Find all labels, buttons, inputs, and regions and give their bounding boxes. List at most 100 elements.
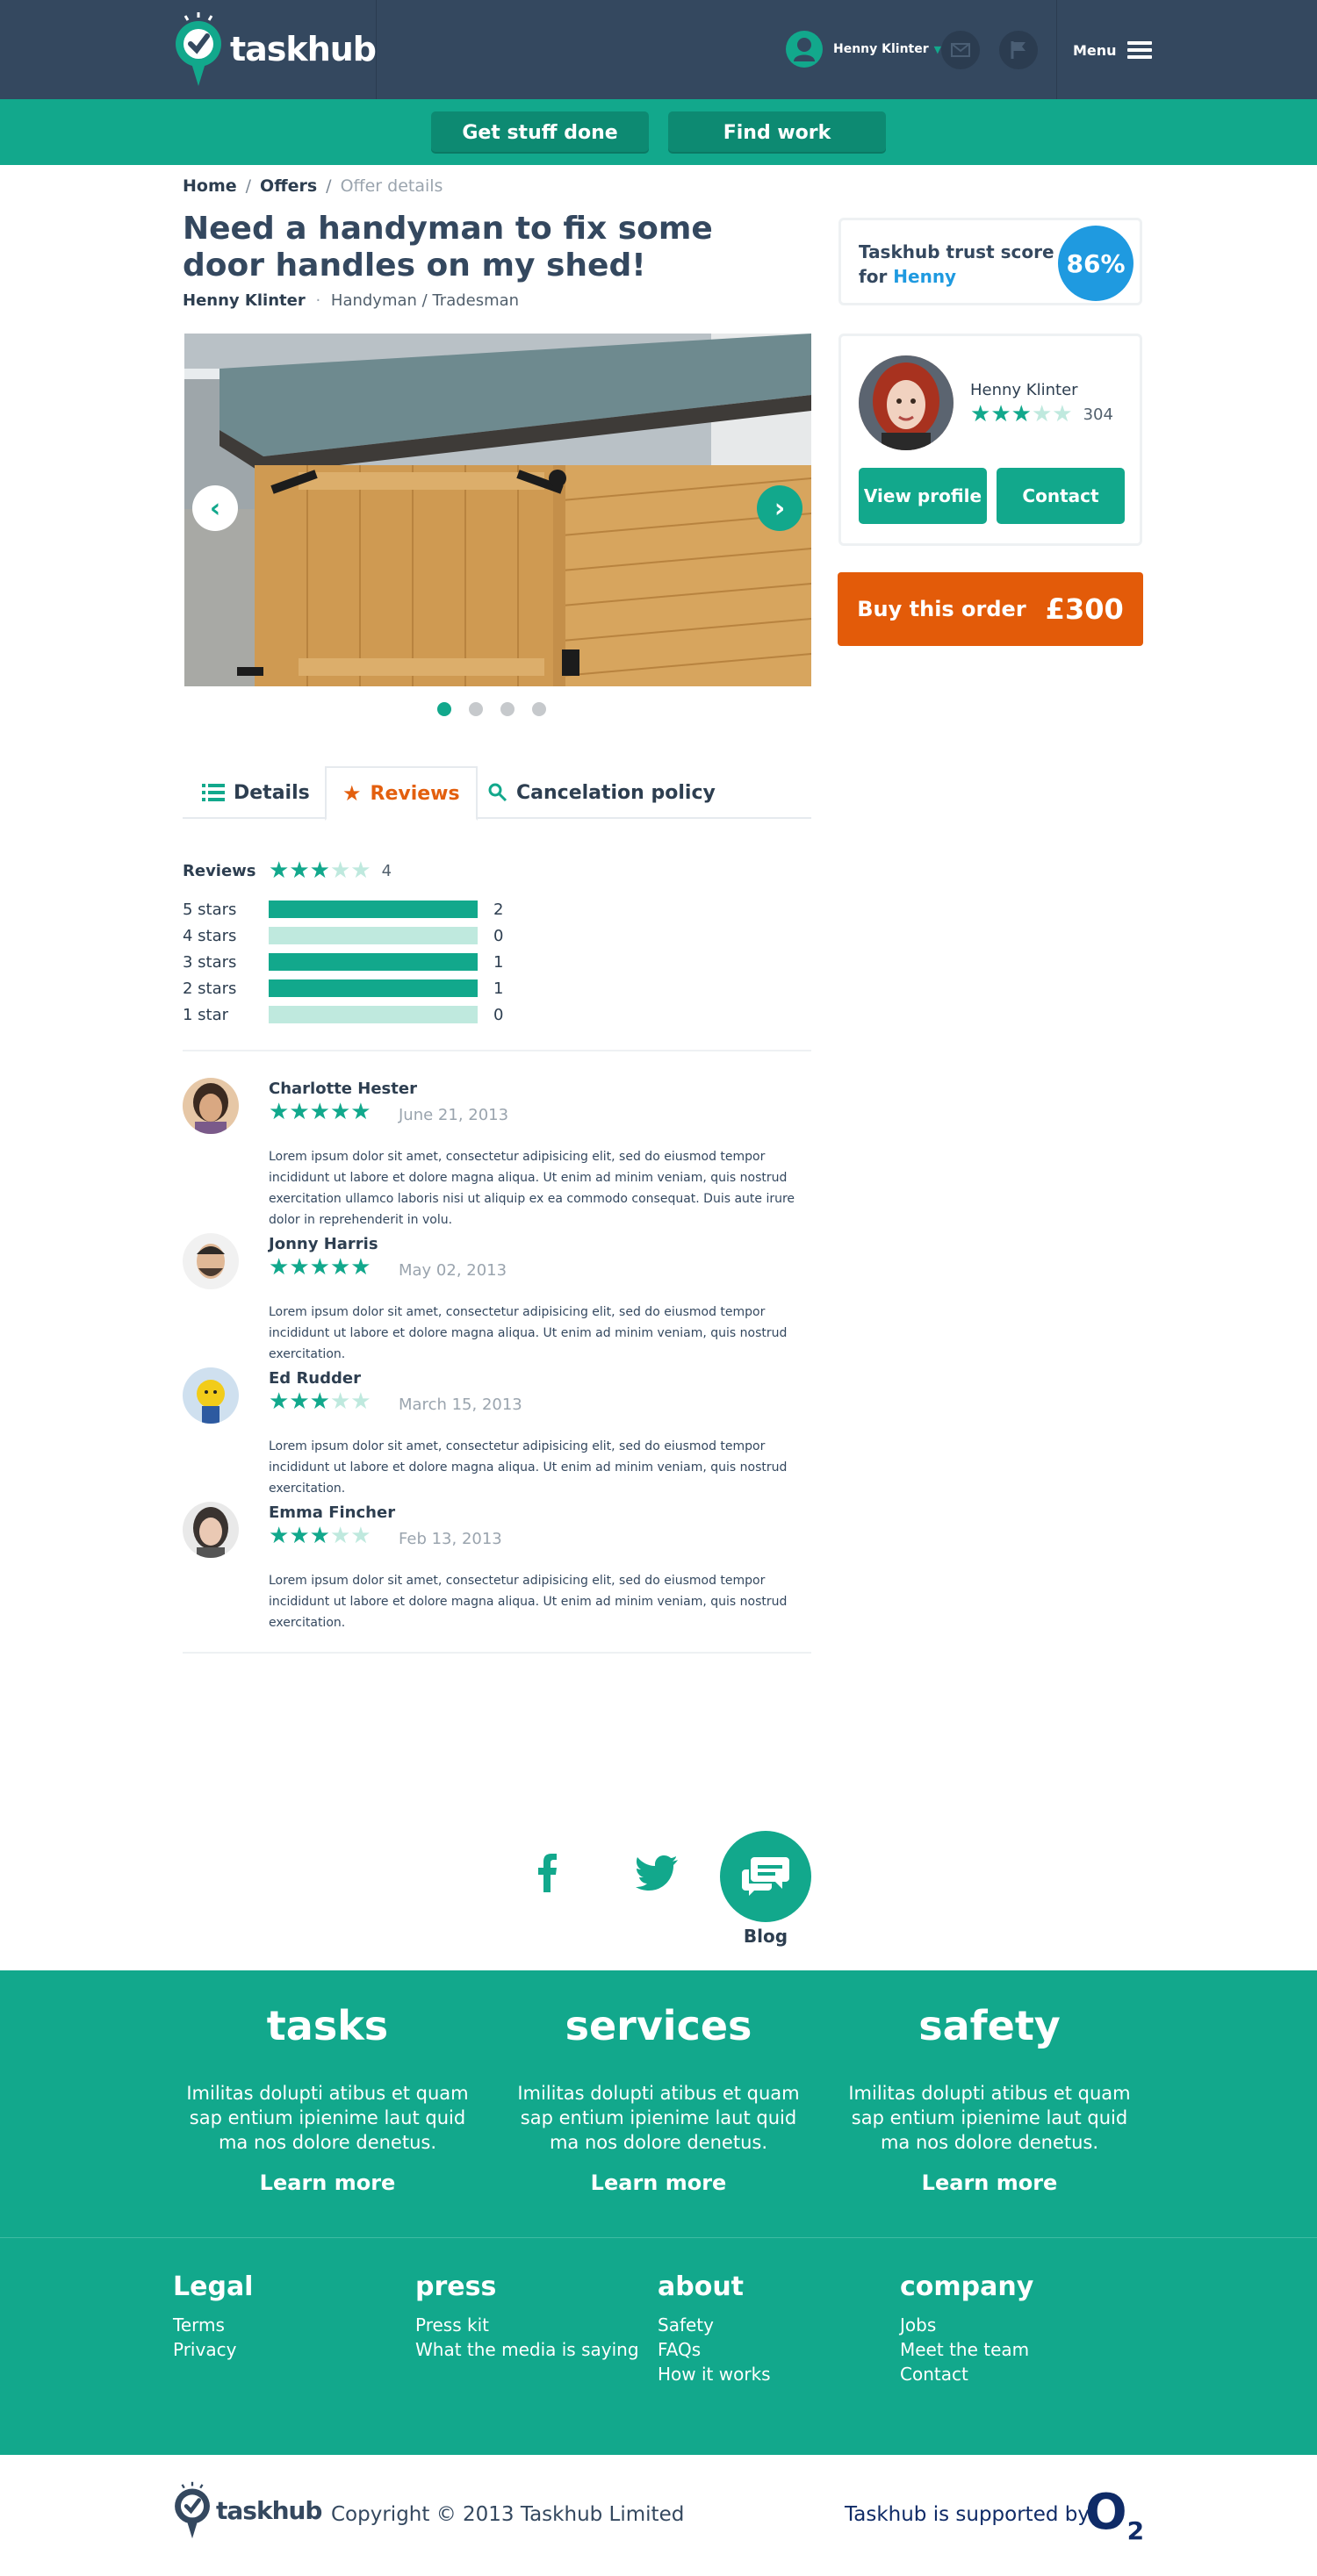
contact-button[interactable]: Contact	[997, 468, 1125, 524]
avatar[interactable]	[859, 355, 954, 450]
image-gallery[interactable]	[184, 334, 811, 686]
reviewer-avatar[interactable]	[183, 1233, 239, 1289]
profile-photo	[859, 355, 954, 450]
user-avatar	[786, 31, 823, 68]
review-text: Lorem ipsum dolor sit amet, consectetur …	[269, 1305, 788, 1361]
trust-name[interactable]: Henny	[893, 266, 956, 287]
star-icon: ★	[309, 857, 330, 884]
distribution-count: 1	[493, 952, 504, 972]
profile-rating: ★ ★ ★ ★ ★ 304	[970, 403, 1113, 426]
star-icon: ★	[350, 1099, 371, 1125]
tab-cancellation[interactable]: Cancelation policy	[488, 766, 716, 819]
star-icon: ★	[350, 857, 371, 884]
notifications-button[interactable]	[999, 31, 1038, 69]
footer-link[interactable]: Meet the team	[900, 2339, 1029, 2360]
reviewer-name[interactable]: Jonny Harris	[269, 1235, 378, 1253]
distribution-row[interactable]: 2 stars 1	[183, 979, 503, 998]
offer-tabs: Details ★ Reviews Cancelation policy	[183, 766, 811, 821]
logo-text: taskhub	[230, 30, 377, 68]
tab-reviews[interactable]: ★ Reviews	[325, 766, 478, 821]
star-icon: ★	[990, 401, 1011, 427]
byline-bullet: ·	[315, 291, 321, 310]
reviewer-name[interactable]: Emma Fincher	[269, 1503, 395, 1522]
buy-order-button[interactable]: Buy this order £300	[838, 572, 1143, 646]
star-icon: ★	[289, 1388, 310, 1415]
footer-link[interactable]: Contact	[900, 2364, 968, 2385]
main-menu-button[interactable]: Menu	[1073, 38, 1152, 62]
footer-links: Legal Terms Privacy press Press kit What the …	[0, 2238, 1317, 2455]
sponsor-letter: O	[1085, 2484, 1127, 2541]
trust-score-heading: Taskhub trust score	[859, 241, 1054, 262]
footer-link[interactable]: Privacy	[173, 2339, 236, 2360]
offer-author[interactable]: Henny Klinter	[183, 291, 306, 310]
gallery-dot[interactable]	[469, 702, 483, 716]
footer-link[interactable]: What the media is saying	[415, 2339, 639, 2360]
feature-title: services	[565, 2002, 752, 2049]
gallery-prev-button[interactable]: ‹	[192, 485, 238, 531]
footer-link[interactable]: Press kit	[415, 2314, 489, 2336]
gallery-next-button[interactable]: ›	[757, 485, 802, 531]
review-rating-stars: ★ ★ ★ ★ ★	[269, 1390, 371, 1413]
reviewer-avatar[interactable]	[183, 1078, 239, 1134]
chevron-left-icon: ‹	[209, 492, 221, 524]
footer-logo[interactable]: taskhub	[172, 2480, 322, 2540]
facebook-link[interactable]	[523, 1848, 572, 1898]
learn-more-link[interactable]: Learn more	[840, 2171, 1139, 2195]
footer-link[interactable]: Jobs	[900, 2314, 936, 2336]
get-stuff-done-button[interactable]: Get stuff done	[431, 111, 649, 154]
distribution-bar-fill	[269, 953, 478, 971]
learn-more-link[interactable]: Learn more	[509, 2171, 808, 2195]
star-icon: ★	[309, 1388, 330, 1415]
find-work-button[interactable]: Find work	[668, 111, 886, 154]
breadcrumb-offers[interactable]: Offers	[260, 176, 317, 196]
sponsor-logo[interactable]: O2	[1085, 2484, 1144, 2545]
blog-link[interactable]	[720, 1831, 811, 1922]
feature-description: Imilitas dolupti atibus et quam sap enti…	[848, 2083, 1131, 2153]
distribution-row[interactable]: 3 stars 1	[183, 952, 503, 972]
logo[interactable]: taskhub	[172, 11, 377, 88]
page-title: Need a handyman to fix some door handles…	[183, 211, 713, 283]
reviewer-avatar[interactable]	[183, 1502, 239, 1558]
reviews-label: Reviews	[183, 861, 256, 880]
reviewer-photo	[183, 1367, 239, 1424]
reviewer-avatar[interactable]	[183, 1367, 239, 1424]
blog-label: Blog	[743, 1926, 788, 1947]
review-rating-stars: ★ ★ ★ ★ ★	[269, 1525, 371, 1547]
review-item: Charlotte Hester ★ ★ ★ ★ ★ June 21, 2013 Lor…	[183, 1078, 811, 1227]
offer-category[interactable]: Handyman / Tradesman	[331, 291, 519, 310]
distribution-label: 5 stars	[183, 900, 237, 919]
footer-link-column: about Safety FAQs How it works	[658, 2271, 771, 2386]
user-menu[interactable]: Henny Klinter ▼	[786, 31, 941, 68]
star-icon: ★	[309, 1254, 330, 1281]
divider	[183, 1652, 811, 1654]
breadcrumb-home[interactable]: Home	[183, 176, 237, 196]
distribution-row[interactable]: 4 stars 0	[183, 926, 503, 945]
footer-link[interactable]: FAQs	[658, 2339, 701, 2360]
messages-button[interactable]	[941, 31, 980, 69]
view-profile-button[interactable]: View profile	[859, 468, 987, 524]
tab-details[interactable]: Details	[202, 766, 310, 819]
distribution-row[interactable]: 1 star 0	[183, 1005, 503, 1024]
footer-link[interactable]: How it works	[658, 2364, 771, 2385]
star-icon: ★	[289, 857, 310, 884]
gallery-dot[interactable]	[437, 702, 451, 716]
reviewer-name[interactable]: Ed Rudder	[269, 1369, 361, 1388]
profile-rating-stars: ★ ★ ★ ★ ★	[970, 403, 1073, 426]
footer-feature: services Imilitas dolupti atibus et quam…	[509, 1970, 808, 2238]
review-date: June 21, 2013	[399, 1106, 509, 1124]
profile-name[interactable]: Henny Klinter	[970, 381, 1078, 399]
distribution-row[interactable]: 5 stars 2	[183, 900, 503, 919]
reviewer-name[interactable]: Charlotte Hester	[269, 1080, 417, 1098]
flag-icon	[1011, 41, 1026, 59]
twitter-link[interactable]	[630, 1850, 683, 1896]
footer-column-title: company	[900, 2271, 1034, 2302]
star-icon: ★	[350, 1254, 371, 1281]
star-icon: ★	[269, 1523, 290, 1549]
footer-link[interactable]: Safety	[658, 2314, 714, 2336]
footer-link[interactable]: Terms	[173, 2314, 225, 2336]
gallery-dot[interactable]	[500, 702, 515, 716]
learn-more-link[interactable]: Learn more	[178, 2171, 477, 2195]
buy-label: Buy this order	[857, 597, 1026, 621]
reviews-summary: Reviews ★ ★ ★ ★ ★ 4	[183, 859, 392, 882]
gallery-dot[interactable]	[532, 702, 546, 716]
